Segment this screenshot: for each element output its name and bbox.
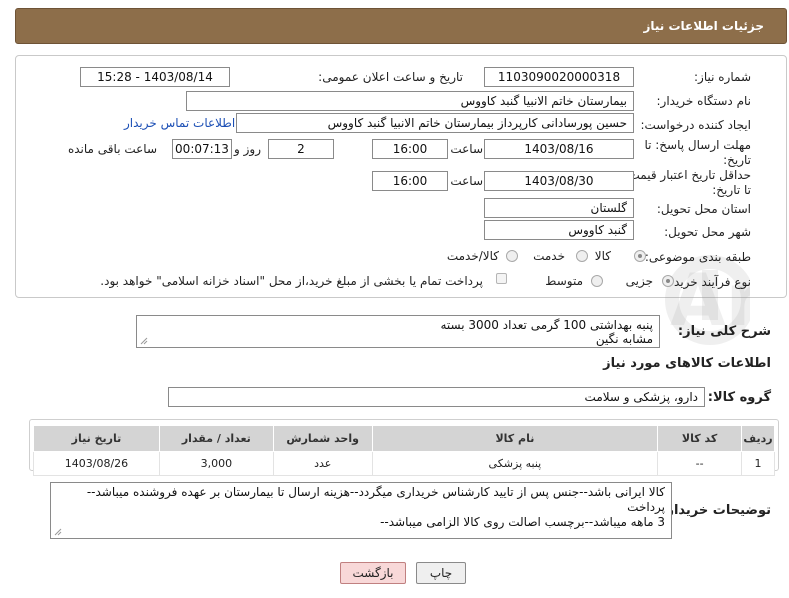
summary-line-1: پنبه بهداشتی 100 گرمی تعداد 3000 بسته xyxy=(440,318,653,332)
category-option-goods: کالا xyxy=(594,249,611,263)
need-number-field: 1103090020000318 xyxy=(484,67,634,87)
remaining-time-field: 00:07:13 xyxy=(172,139,232,159)
buyer-org-label: نام دستگاه خریدار: xyxy=(656,94,752,108)
print-button[interactable]: چاپ xyxy=(416,562,466,584)
goods-group-field: دارو، پزشکی و سلامت xyxy=(168,387,705,407)
need-number-label: شماره نیاز: xyxy=(694,70,751,84)
back-button[interactable]: بازگشت xyxy=(340,562,406,584)
goods-group-label: گروه کالا: xyxy=(707,390,771,405)
cell-qty: 3,000 xyxy=(158,451,274,476)
category-radio-goods-service[interactable] xyxy=(506,250,518,262)
table-header-row: ردیف کد کالا نام کالا واحد شمارش تعداد /… xyxy=(33,425,775,452)
col-code: کد کالا xyxy=(657,425,743,452)
buyer-notes-textarea: کالا ایرانی باشد--جنس پس از تایید کارشنا… xyxy=(50,482,672,539)
reply-time-label: ساعت xyxy=(450,142,483,156)
summary-label: شرح کلی نیاز: xyxy=(677,324,771,339)
requester-field: حسین پورسادانی کارپرداز بیمارستان خاتم ا… xyxy=(236,113,634,133)
province-field: گلستان xyxy=(484,198,634,218)
col-row: ردیف xyxy=(741,425,775,452)
col-unit: واحد شمارش xyxy=(272,425,373,452)
purchase-type-label: نوع فرآیند خرید : xyxy=(666,275,751,289)
purchase-option-minor: جزیی xyxy=(625,274,653,288)
cell-code: -- xyxy=(657,451,743,476)
reply-days-field: 2 xyxy=(268,139,334,159)
reply-days-label: روز و xyxy=(234,142,261,156)
price-validity-time: 16:00 xyxy=(372,171,448,191)
category-option-goods-service: کالا/خدمت xyxy=(446,249,499,263)
reply-deadline-date: 1403/08/16 xyxy=(484,139,634,159)
announce-datetime-label: تاریخ و ساعت اعلان عمومی: xyxy=(318,70,463,84)
city-field: گنبد کاووس xyxy=(484,220,634,240)
buyer-notes-label: توضیحات خریدار: xyxy=(661,503,771,518)
category-option-service: خدمت xyxy=(533,249,565,263)
buyer-notes-line-1: کالا ایرانی باشد--جنس پس از تایید کارشنا… xyxy=(86,485,665,514)
reply-deadline-label: مهلت ارسال پاسخ: تا تاریخ: xyxy=(644,138,751,167)
treasury-checkbox[interactable] xyxy=(496,273,507,284)
col-qty: تعداد / مقدار xyxy=(158,425,274,452)
page-title: جزئیات اطلاعات نیاز xyxy=(643,19,764,33)
purchase-radio-minor[interactable] xyxy=(662,275,674,287)
header-bar: جزئیات اطلاعات نیاز xyxy=(15,8,787,44)
goods-table: ردیف کد کالا نام کالا واحد شمارش تعداد /… xyxy=(33,425,775,476)
table-row[interactable]: 1 -- پنبه پزشکی عدد 3,000 1403/08/26 xyxy=(33,451,775,476)
cell-unit: عدد xyxy=(272,451,373,476)
treasury-checkbox-label: پرداخت تمام یا بخشی از مبلغ خرید،از محل … xyxy=(100,274,483,288)
cell-row: 1 xyxy=(741,451,775,476)
resize-grip-icon[interactable] xyxy=(140,337,148,345)
buyer-contact-link[interactable]: اطلاعات تماس خریدار xyxy=(124,116,235,130)
purchase-option-medium: متوسط xyxy=(545,274,583,288)
col-name: نام کالا xyxy=(371,425,659,452)
cell-name: پنبه پزشکی xyxy=(371,451,659,476)
price-validity-date: 1403/08/30 xyxy=(484,171,634,191)
col-date: تاریخ نیاز xyxy=(33,425,160,452)
resize-grip-icon[interactable] xyxy=(54,528,62,536)
summary-line-2: مشابه نگین xyxy=(595,332,653,346)
goods-section-title: اطلاعات کالاهای مورد نیاز xyxy=(603,356,771,371)
buyer-notes-line-2: 3 ماهه میباشد--برچسب اصالت روی کالا الزا… xyxy=(380,515,665,529)
province-label: استان محل تحویل: xyxy=(656,202,751,216)
category-radio-goods[interactable] xyxy=(634,250,646,262)
page: جزئیات اطلاعات نیاز AriaTender.net شماره… xyxy=(0,0,789,598)
buyer-org-field: بیمارستان خاتم الانبیا گنبد کاووس xyxy=(186,91,634,111)
reply-deadline-time: 16:00 xyxy=(372,139,448,159)
category-label: طبقه بندی موضوعی: xyxy=(644,250,751,264)
announce-datetime-field: 1403/08/14 - 15:28 xyxy=(80,67,230,87)
summary-textarea: پنبه بهداشتی 100 گرمی تعداد 3000 بسته مش… xyxy=(136,315,660,348)
price-validity-time-label: ساعت xyxy=(450,174,483,188)
cell-date: 1403/08/26 xyxy=(33,451,160,476)
requester-label: ایجاد کننده درخواست: xyxy=(640,118,751,132)
city-label: شهر محل تحویل: xyxy=(664,225,751,239)
price-validity-label: حداقل تاریخ اعتبار قیمت: تا تاریخ: xyxy=(624,168,751,197)
purchase-radio-medium[interactable] xyxy=(591,275,603,287)
remaining-time-label: ساعت باقی مانده xyxy=(67,142,157,156)
category-radio-service[interactable] xyxy=(576,250,588,262)
